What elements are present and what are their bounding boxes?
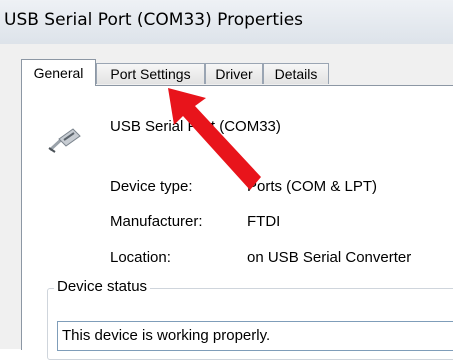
device-name: USB Serial Port (COM33) — [110, 118, 281, 135]
properties-dialog: General Port Settings Driver Details USB… — [0, 44, 453, 360]
device-status-text: This device is working properly. — [62, 327, 271, 344]
manufacturer-value: FTDI — [247, 213, 281, 230]
manufacturer-label: Manufacturer: — [110, 213, 203, 230]
window-title: USB Serial Port (COM33) Properties — [4, 10, 304, 30]
usb-plug-icon — [47, 126, 81, 159]
device-type-label: Device type: — [110, 178, 193, 195]
device-status-legend: Device status — [54, 278, 151, 295]
device-type-value: Ports (COM & LPT) — [247, 178, 378, 195]
location-value: on USB Serial Converter — [247, 249, 412, 266]
tab-port-settings[interactable]: Port Settings — [96, 63, 205, 84]
location-label: Location: — [110, 249, 171, 266]
tab-driver[interactable]: Driver — [205, 63, 263, 84]
tab-general[interactable]: General — [21, 59, 96, 86]
general-tab-panel: USB Serial Port (COM33) Device type: Por… — [21, 85, 453, 360]
device-status-textbox[interactable]: This device is working properly. — [57, 321, 453, 351]
title-bar: USB Serial Port (COM33) Properties — [0, 0, 453, 44]
tab-details[interactable]: Details — [263, 63, 329, 84]
